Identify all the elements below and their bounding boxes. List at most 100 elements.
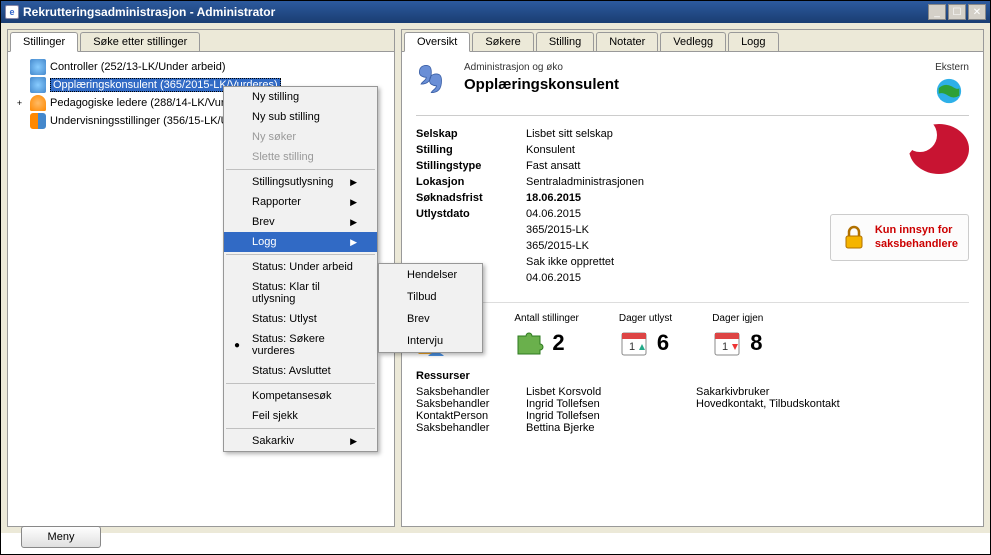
restricted-line2: saksbehandlere bbox=[875, 237, 958, 251]
resource-row: SaksbehandlerBettina Bjerke bbox=[416, 422, 969, 434]
resource-name: Lisbet Korsvold bbox=[526, 386, 696, 398]
globe-icon bbox=[935, 77, 963, 105]
chevron-right-icon: ▶ bbox=[350, 436, 357, 447]
titlebar: e Rekrutteringsadministrasjon - Administ… bbox=[1, 1, 990, 23]
menu-item[interactable]: Kompetansesøk bbox=[224, 386, 377, 406]
person-icon bbox=[30, 95, 46, 111]
stat-value: 2 bbox=[552, 330, 564, 356]
info-value: Fast ansatt bbox=[526, 160, 809, 172]
page-title: Opplæringskonsulent bbox=[464, 76, 935, 93]
window-title: Rekrutteringsadministrasjon - Administra… bbox=[23, 5, 928, 19]
menu-item[interactable]: ●Status: Søkere vurderes bbox=[224, 329, 377, 361]
left-tabs: Stillinger Søke etter stillinger bbox=[8, 30, 394, 52]
resource-role: KontaktPerson bbox=[416, 410, 526, 422]
stat-block: Dager utlyst16 bbox=[619, 313, 672, 358]
cal-up-icon: 1 bbox=[619, 328, 649, 358]
menu-item[interactable]: Status: Avsluttet bbox=[224, 361, 377, 381]
group-icon bbox=[30, 113, 46, 129]
resource-role: Saksbehandler bbox=[416, 422, 526, 434]
tab-vedlegg[interactable]: Vedlegg bbox=[660, 32, 726, 51]
right-panel: Oversikt Søkere Stilling Notater Vedlegg… bbox=[401, 29, 984, 527]
stat-value: 8 bbox=[750, 330, 762, 356]
context-menu: Ny stillingNy sub stillingNy søkerSlette… bbox=[223, 86, 378, 452]
info-label: Utlystdato bbox=[416, 208, 526, 220]
info-value: 04.06.2015 bbox=[526, 208, 809, 220]
lock-icon bbox=[841, 224, 867, 250]
info-label bbox=[416, 240, 526, 252]
stat-value: 6 bbox=[657, 330, 669, 356]
info-value: 365/2015-LK bbox=[526, 240, 809, 252]
menu-item[interactable]: Ny sub stilling bbox=[224, 107, 377, 127]
breadcrumb: Administrasjon og øko bbox=[464, 62, 935, 73]
menu-item[interactable]: Logg▶ bbox=[224, 232, 377, 252]
maximize-button[interactable]: ☐ bbox=[948, 4, 966, 20]
menu-item[interactable]: Status: Under arbeid bbox=[224, 257, 377, 277]
info-value: 365/2015-LK bbox=[526, 224, 809, 236]
info-row: LokasjonSentraladministrasjonen bbox=[416, 176, 809, 188]
svg-text:1: 1 bbox=[629, 341, 635, 353]
app-icon: e bbox=[5, 5, 19, 19]
info-row: Søknadsfrist18.06.2015 bbox=[416, 192, 809, 204]
tab-notater[interactable]: Notater bbox=[596, 32, 658, 51]
menu-item: Slette stilling bbox=[224, 147, 377, 167]
logg-submenu: HendelserTilbudBrevIntervju bbox=[378, 263, 483, 353]
info-value: Sentraladministrasjonen bbox=[526, 176, 809, 188]
minimize-button[interactable]: _ bbox=[928, 4, 946, 20]
chevron-right-icon: ▶ bbox=[350, 197, 357, 208]
menu-item[interactable]: Status: Utlyst bbox=[224, 309, 377, 329]
info-value: Sak ikke opprettet bbox=[526, 256, 809, 268]
chevron-right-icon: ▶ bbox=[350, 237, 357, 248]
tree-item-controller[interactable]: Controller (252/13-LK/Under arbeid) bbox=[30, 58, 388, 76]
info-value: Lisbet sitt selskap bbox=[526, 128, 809, 140]
tree-item-label: Controller (252/13-LK/Under arbeid) bbox=[50, 61, 225, 73]
resource-role: Saksbehandler bbox=[416, 386, 526, 398]
resource-name: Ingrid Tollefsen bbox=[526, 410, 696, 422]
stat-label: Antall stillinger bbox=[514, 313, 578, 324]
menu-item[interactable]: Feil sjekk bbox=[224, 406, 377, 426]
restricted-line1: Kun innsyn for bbox=[875, 223, 958, 237]
info-row: 365/2015-LK bbox=[416, 224, 809, 236]
paragraph-icon bbox=[30, 77, 46, 93]
info-value: 04.06.2015 bbox=[526, 272, 809, 284]
submenu-item[interactable]: Intervju bbox=[379, 330, 482, 352]
resources-list: SaksbehandlerLisbet KorsvoldSakarkivbruk… bbox=[416, 386, 969, 434]
brand-logo-icon bbox=[909, 124, 969, 174]
stat-label: Dager igjen bbox=[712, 313, 763, 324]
info-label: Stilling bbox=[416, 144, 526, 156]
menu-item[interactable]: Stillingsutlysning▶ bbox=[224, 172, 377, 192]
tab-logg[interactable]: Logg bbox=[728, 32, 778, 51]
resource-role: Saksbehandler bbox=[416, 398, 526, 410]
expand-icon[interactable]: + bbox=[14, 98, 25, 108]
submenu-item[interactable]: Tilbud bbox=[379, 286, 482, 308]
resource-row: SaksbehandlerLisbet KorsvoldSakarkivbruk… bbox=[416, 386, 969, 398]
submenu-item[interactable]: Hendelser bbox=[379, 264, 482, 286]
stats-row: Antall søkere8Antall stillinger2Dager ut… bbox=[416, 302, 969, 358]
info-label bbox=[416, 224, 526, 236]
stat-block: Dager igjen 1 8 bbox=[712, 313, 763, 358]
menu-item[interactable]: Rapporter▶ bbox=[224, 192, 377, 212]
stat-block: Antall stillinger 2 bbox=[514, 313, 578, 358]
tab-stilling[interactable]: Stilling bbox=[536, 32, 594, 51]
meny-button[interactable]: Meny bbox=[21, 526, 101, 548]
resource-extra: Sakarkivbruker bbox=[696, 386, 769, 398]
info-label: Selskap bbox=[416, 128, 526, 140]
paragraph-icon bbox=[416, 62, 450, 96]
close-button[interactable]: ✕ bbox=[968, 4, 986, 20]
menu-item[interactable]: Brev▶ bbox=[224, 212, 377, 232]
menu-item[interactable]: Status: Klar til utlysning bbox=[224, 277, 377, 309]
info-row: StillingstypeFast ansatt bbox=[416, 160, 809, 172]
menu-item[interactable]: Sakarkiv▶ bbox=[224, 431, 377, 451]
info-label: Stillingstype bbox=[416, 160, 526, 172]
resources-title: Ressurser bbox=[416, 370, 969, 382]
submenu-item[interactable]: Brev bbox=[379, 308, 482, 330]
menu-item[interactable]: Ny stilling bbox=[224, 87, 377, 107]
tab-oversikt[interactable]: Oversikt bbox=[404, 32, 470, 52]
right-tabs: Oversikt Søkere Stilling Notater Vedlegg… bbox=[402, 30, 983, 52]
tab-sokere[interactable]: Søkere bbox=[472, 32, 533, 51]
svg-text:1: 1 bbox=[722, 341, 728, 353]
tab-soke-etter-stillinger[interactable]: Søke etter stillinger bbox=[80, 32, 200, 51]
resource-extra: Hovedkontakt, Tilbudskontakt bbox=[696, 398, 840, 410]
chevron-right-icon: ▶ bbox=[350, 177, 357, 188]
tab-stillinger[interactable]: Stillinger bbox=[10, 32, 78, 52]
menu-item: Ny søker bbox=[224, 127, 377, 147]
